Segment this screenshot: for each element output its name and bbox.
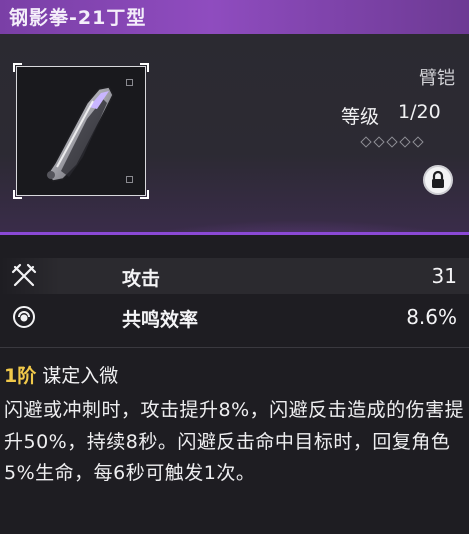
- level-value: 1/20: [398, 101, 441, 123]
- stat-value: 31: [431, 264, 457, 288]
- title-bar: 钢影拳-21丁型: [0, 0, 469, 34]
- stat-row: 攻击 31: [0, 258, 469, 294]
- swords-icon: [11, 263, 37, 287]
- stat-row: 共鸣效率 8.6%: [0, 299, 469, 335]
- star-rating: [360, 136, 424, 148]
- skill-title: 1阶 谋定入微: [4, 361, 118, 388]
- skill-rank: 1阶: [4, 365, 37, 387]
- divider: [0, 347, 469, 348]
- item-type: 臂铠: [419, 68, 455, 89]
- resonance-icon: [13, 306, 35, 328]
- stat-label: 攻击: [122, 268, 161, 290]
- stat-value: 8.6%: [406, 305, 457, 329]
- rarity-line: [0, 232, 469, 235]
- lock-button[interactable]: [423, 165, 453, 195]
- star-icon: [386, 136, 398, 148]
- star-icon: [399, 136, 411, 148]
- lock-icon: [432, 170, 444, 188]
- star-icon: [360, 136, 372, 148]
- gauntlet-weapon-icon: [46, 86, 114, 182]
- level-label: 等级: [341, 106, 380, 128]
- skill-name: 谋定入微: [42, 365, 119, 387]
- star-icon: [373, 136, 385, 148]
- stat-label: 共鸣效率: [122, 309, 199, 331]
- star-icon: [412, 136, 424, 148]
- item-icon-frame[interactable]: [13, 63, 149, 199]
- skill-description: 闪避或冲刺时，攻击提升8%，闪避反击造成的伤害提升50%，持续8秒。闪避反击命中…: [4, 399, 465, 484]
- item-name: 钢影拳-21丁型: [9, 7, 147, 29]
